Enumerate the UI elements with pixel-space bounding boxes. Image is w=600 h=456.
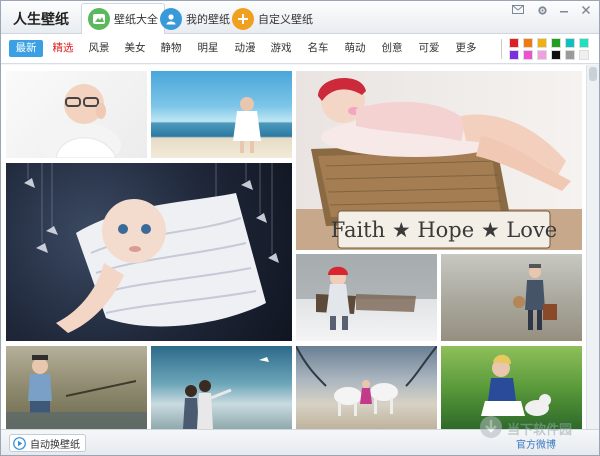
wallpaper-thumb[interactable]: [6, 71, 147, 158]
picture-icon: [88, 8, 110, 30]
category-item[interactable]: 精选: [47, 40, 79, 57]
color-swatch[interactable]: [523, 38, 533, 48]
download-icon: [479, 415, 503, 442]
tab-label: 我的壁纸: [186, 12, 230, 26]
close-icon[interactable]: [574, 3, 598, 17]
color-swatch[interactable]: [509, 38, 519, 48]
color-swatch[interactable]: [551, 50, 561, 60]
wallpaper-thumb[interactable]: [296, 254, 437, 341]
app-window: 人生壁纸 壁纸大全 我的壁纸 自定义壁纸 最新 精选 风景 美女 静物 明星 动…: [0, 0, 600, 456]
divider: [501, 39, 502, 59]
color-swatch[interactable]: [579, 50, 589, 60]
title-bar: 人生壁纸 壁纸大全 我的壁纸 自定义壁纸: [1, 1, 599, 35]
category-item[interactable]: 静物: [155, 40, 187, 57]
scrollbar[interactable]: [586, 65, 599, 429]
color-swatch[interactable]: [551, 38, 561, 48]
category-item[interactable]: 游戏: [265, 40, 297, 57]
user-icon: [160, 7, 182, 30]
gear-icon[interactable]: [530, 3, 554, 17]
color-swatch[interactable]: [579, 38, 589, 48]
category-item[interactable]: 风景: [83, 40, 115, 57]
category-item[interactable]: 明星: [192, 40, 224, 57]
color-swatch[interactable]: [537, 50, 547, 60]
message-icon[interactable]: [506, 3, 530, 17]
category-item[interactable]: 更多: [450, 40, 482, 57]
wallpaper-thumb[interactable]: [151, 71, 292, 158]
watermark-text: 当下软件园: [507, 423, 573, 438]
wallpaper-thumb[interactable]: [6, 163, 292, 341]
tab-my-wallpaper[interactable]: 我的壁纸: [154, 3, 236, 34]
color-swatch[interactable]: [565, 50, 575, 60]
tab-label: 壁纸大全: [114, 13, 158, 26]
wallpaper-thumb[interactable]: [441, 254, 582, 341]
category-item[interactable]: 创意: [376, 40, 408, 57]
scroll-thumb[interactable]: [589, 67, 597, 81]
tab-wallpaper-gallery[interactable]: 壁纸大全: [81, 3, 165, 35]
wallpaper-thumb[interactable]: [296, 346, 437, 429]
wallpaper-thumb[interactable]: Faith ★ Hope ★ Love: [296, 71, 582, 250]
plus-icon: [232, 7, 254, 30]
category-item[interactable]: 可爱: [413, 40, 445, 57]
wallpaper-thumb[interactable]: [6, 346, 147, 429]
auto-change-label: 自动换壁纸: [30, 439, 80, 451]
auto-change-button[interactable]: 自动换壁纸: [9, 434, 86, 452]
color-swatch[interactable]: [523, 50, 533, 60]
color-swatch[interactable]: [565, 38, 575, 48]
color-swatch[interactable]: [509, 50, 519, 60]
category-item[interactable]: 名车: [302, 40, 334, 57]
watermark: 当下软件园: [479, 415, 572, 442]
wallpaper-thumb[interactable]: [151, 346, 292, 429]
category-item[interactable]: 最新: [9, 40, 43, 57]
category-item[interactable]: 动漫: [229, 40, 261, 57]
category-item[interactable]: 萌动: [339, 40, 371, 57]
color-swatch[interactable]: [537, 38, 547, 48]
tab-label: 自定义壁纸: [258, 12, 313, 26]
category-item[interactable]: 美女: [119, 40, 151, 57]
play-icon: [13, 436, 26, 450]
category-bar: 最新 精选 风景 美女 静物 明星 动漫 游戏 名车 萌动 创意 可爱 更多: [1, 34, 599, 64]
tab-custom-wallpaper[interactable]: 自定义壁纸: [226, 3, 319, 34]
sign-text: Faith ★ Hope ★ Love: [331, 218, 557, 242]
wallpaper-grid: Faith ★ Hope ★ Love: [1, 65, 586, 429]
app-title: 人生壁纸: [13, 12, 69, 28]
minimize-icon[interactable]: [552, 3, 576, 17]
